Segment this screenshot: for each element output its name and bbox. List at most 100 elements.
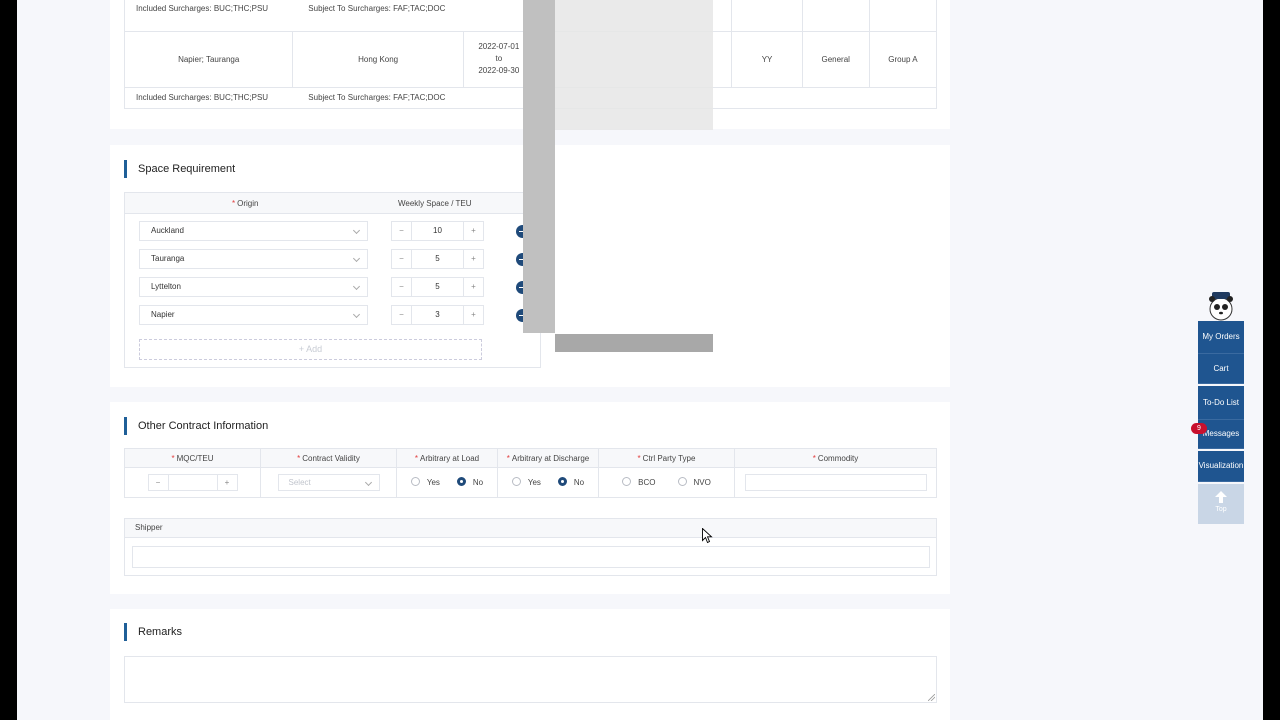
yy-cell: YY bbox=[731, 30, 803, 88]
origin-select-napier[interactable]: Napier bbox=[139, 305, 368, 325]
arb-load-cell: Yes No bbox=[396, 467, 498, 498]
date-to: 2022-09-30 bbox=[478, 66, 520, 75]
teu-value[interactable]: 10 bbox=[411, 222, 464, 240]
weekly-space-header: Weekly Space / TEU bbox=[398, 199, 472, 208]
origin-select-lyttelton[interactable]: Lyttelton bbox=[139, 277, 368, 297]
mqc-input[interactable] bbox=[167, 475, 218, 490]
origin-value: Tauranga bbox=[151, 254, 185, 263]
subject-surcharges: Subject To Surcharges: FAF;TAC;DOC bbox=[308, 4, 446, 13]
contract-info-table: * MQC/TEU * Contract Validity * Arbitrary a… bbox=[124, 448, 937, 498]
radio-icon bbox=[677, 477, 687, 487]
plus-button[interactable]: + bbox=[218, 475, 237, 490]
minus-button[interactable]: − bbox=[392, 278, 411, 296]
commodity-cell bbox=[734, 467, 937, 498]
top-label: Top bbox=[1215, 506, 1227, 513]
mqc-stepper[interactable]: − + bbox=[147, 474, 238, 491]
mqc-header: * MQC/TEU bbox=[124, 448, 261, 468]
origin-select-auckland[interactable]: Auckland bbox=[139, 221, 368, 241]
plus-button[interactable]: + bbox=[464, 250, 483, 268]
chevron-down-icon bbox=[352, 282, 361, 291]
chevron-down-icon bbox=[364, 478, 372, 487]
chevron-down-icon bbox=[352, 310, 361, 319]
subject-surcharges: Subject To Surcharges: FAF;TAC;DOC bbox=[308, 93, 446, 102]
teu-value[interactable]: 3 bbox=[411, 306, 464, 324]
remarks-textarea[interactable] bbox=[124, 656, 937, 703]
overlay-panel-left bbox=[523, 0, 555, 333]
route-from-cell: Napier; Tauranga bbox=[123, 30, 294, 88]
mqc-cell: − + bbox=[124, 467, 261, 498]
shipper-label: Shipper bbox=[125, 519, 936, 538]
group-cell: Group A bbox=[868, 30, 938, 88]
space-table: * Origin Weekly Space / TEU Auckland −10 +… bbox=[124, 192, 541, 368]
ctrl-party-cell: BCO NVO bbox=[598, 467, 735, 498]
plus-button[interactable]: + bbox=[464, 222, 483, 240]
section-title: Space Requirement bbox=[124, 160, 235, 178]
minus-button[interactable]: − bbox=[392, 306, 411, 324]
overlay-panel-bottom bbox=[555, 334, 713, 352]
teu-stepper[interactable]: −5 + bbox=[391, 249, 484, 269]
arrow-up-icon bbox=[1215, 491, 1227, 503]
my-orders-button[interactable]: My Orders bbox=[1198, 321, 1244, 354]
origin-select-tauranga[interactable]: Tauranga bbox=[139, 249, 368, 269]
date-from: 2022-07-01 bbox=[478, 42, 520, 51]
overlay-panel-top bbox=[555, 0, 713, 130]
add-origin-button[interactable]: + Add bbox=[139, 339, 482, 360]
radio-checked-icon bbox=[456, 477, 466, 487]
remarks-card: Remarks bbox=[110, 609, 950, 720]
select-placeholder: Select bbox=[288, 478, 311, 487]
messages-count-badge: 9 bbox=[1191, 423, 1207, 434]
arb-load-no-radio[interactable]: No bbox=[456, 477, 483, 487]
commodity-header: * Commodity bbox=[734, 448, 937, 468]
arb-discharge-yes-radio[interactable]: Yes bbox=[511, 477, 541, 487]
section-title: Other Contract Information bbox=[124, 417, 268, 435]
shipper-field: Shipper bbox=[124, 518, 937, 576]
resize-handle-icon[interactable] bbox=[928, 694, 935, 701]
chevron-down-icon bbox=[352, 254, 361, 263]
arb-discharge-no-radio[interactable]: No bbox=[557, 477, 584, 487]
table-header-row: * MQC/TEU * Contract Validity * Arbitrary a… bbox=[124, 448, 937, 468]
arb-load-yes-radio[interactable]: Yes bbox=[410, 477, 440, 487]
nvo-radio[interactable]: NVO bbox=[677, 477, 711, 487]
arb-load-header: * Arbitrary at Load bbox=[396, 448, 498, 468]
minus-button[interactable]: − bbox=[392, 250, 411, 268]
route-to-cell: Hong Kong bbox=[292, 30, 464, 88]
included-surcharges: Included Surcharges: BUC;THC;PSU bbox=[136, 93, 269, 102]
mascot-icon bbox=[1209, 292, 1233, 321]
cart-button[interactable]: Cart bbox=[1198, 354, 1244, 384]
validity-select[interactable]: Select bbox=[277, 474, 380, 491]
origin-value: Lyttelton bbox=[151, 282, 181, 291]
date-to-word: to bbox=[495, 54, 503, 63]
chevron-down-icon bbox=[352, 226, 361, 235]
teu-stepper[interactable]: −10 + bbox=[391, 221, 484, 241]
mouse-cursor-icon bbox=[702, 528, 713, 544]
ctrl-party-header: * Ctrl Party Type bbox=[598, 448, 735, 468]
other-contract-card: Other Contract Information * MQC/TEU * Con… bbox=[110, 402, 950, 594]
visualization-button[interactable]: Visualization bbox=[1198, 451, 1244, 482]
validity-cell: Select bbox=[260, 467, 397, 498]
teu-value[interactable]: 5 bbox=[411, 250, 464, 268]
commodity-input[interactable] bbox=[744, 474, 927, 491]
origin-value: Auckland bbox=[151, 226, 184, 235]
back-to-top-button[interactable]: Top bbox=[1198, 484, 1244, 524]
radio-icon bbox=[511, 477, 521, 487]
arb-discharge-header: * Arbitrary at Discharge bbox=[497, 448, 599, 468]
validity-header: * Contract Validity bbox=[260, 448, 397, 468]
minus-button[interactable]: − bbox=[149, 475, 168, 490]
teu-stepper[interactable]: −5 + bbox=[391, 277, 484, 297]
origin-value: Napier bbox=[151, 310, 175, 319]
plus-button[interactable]: + bbox=[464, 306, 483, 324]
plus-button[interactable]: + bbox=[464, 278, 483, 296]
included-surcharges: Included Surcharges: BUC;THC;PSU bbox=[136, 4, 269, 13]
radio-checked-icon bbox=[557, 477, 567, 487]
teu-value[interactable]: 5 bbox=[411, 278, 464, 296]
todo-list-button[interactable]: To-Do List bbox=[1198, 386, 1244, 420]
table-row: − + Select Yes No Yes No BCO NVO bbox=[124, 467, 937, 498]
teu-stepper[interactable]: −3 + bbox=[391, 305, 484, 325]
page-background: Included Surcharges: BUC;THC;PSU Subject… bbox=[17, 0, 1263, 720]
bco-radio[interactable]: BCO bbox=[622, 477, 656, 487]
minus-button[interactable]: − bbox=[392, 222, 411, 240]
space-table-header: * Origin Weekly Space / TEU bbox=[125, 193, 540, 214]
radio-icon bbox=[622, 477, 632, 487]
shipper-input[interactable] bbox=[132, 546, 930, 568]
origin-header: * Origin bbox=[232, 199, 259, 208]
